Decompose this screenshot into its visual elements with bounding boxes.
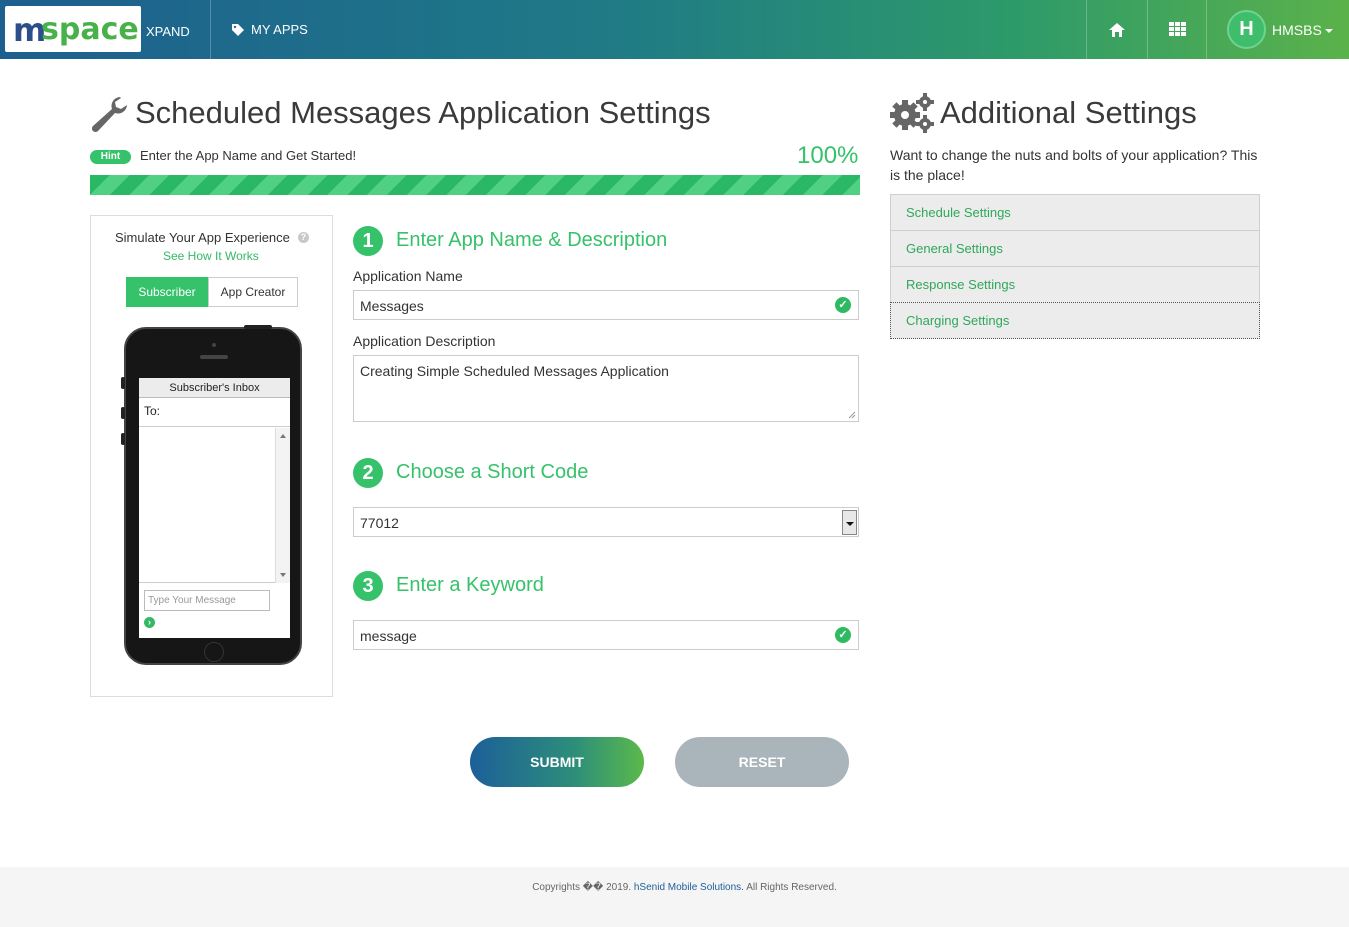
message-area (139, 428, 290, 583)
keyword-input[interactable]: message ✓ (353, 620, 859, 650)
progress-fill (90, 175, 860, 195)
app-name-label: Application Name (353, 268, 463, 284)
resize-handle-icon[interactable] (848, 411, 856, 419)
to-label: To: (144, 404, 161, 418)
reset-button[interactable]: RESET (675, 737, 849, 787)
app-description-value: Creating Simple Scheduled Messages Appli… (360, 363, 669, 379)
my-apps-label: MY APPS (251, 22, 308, 37)
settings-item-charging[interactable]: Charging Settings (890, 302, 1260, 339)
to-field[interactable]: To: (139, 398, 290, 427)
product-name: XPAND (146, 24, 190, 39)
send-icon[interactable]: › (144, 617, 155, 628)
nav-divider (1147, 0, 1148, 59)
footer: Copyrights �� 2019. hSenid Mobile Soluti… (0, 867, 1349, 927)
tab-app-creator[interactable]: App Creator (208, 277, 298, 307)
see-how-link[interactable]: See How It Works (163, 249, 259, 263)
home-button[interactable] (1108, 22, 1126, 43)
apps-grid-button[interactable] (1169, 22, 1186, 42)
step-1-number: 1 (353, 226, 383, 256)
settings-list: Schedule Settings General Settings Respo… (890, 194, 1260, 339)
settings-item-response[interactable]: Response Settings (890, 266, 1260, 303)
rights-text: All Rights Reserved. (746, 882, 837, 893)
submit-button[interactable]: SUBMIT (470, 737, 644, 787)
hint-badge: Hint (90, 150, 131, 164)
app-name-value: Messages (360, 298, 424, 314)
phone-screen: Subscriber's Inbox To: Type Your Message… (139, 378, 290, 638)
simulator-title: Simulate Your App Experience (115, 230, 290, 245)
phone-speaker (200, 355, 228, 359)
simulator-panel: Simulate Your App Experience ? See How I… (90, 215, 333, 697)
tags-icon (232, 23, 244, 36)
progress-bar (90, 175, 860, 195)
gears-icon (890, 93, 934, 133)
my-apps-link[interactable]: MY APPS (232, 22, 308, 37)
app-description-label: Application Description (353, 333, 496, 349)
phone-home-button (204, 642, 224, 662)
step-3-number: 3 (353, 571, 383, 601)
scroll-up-icon[interactable] (280, 434, 286, 438)
phone-side-button (121, 407, 125, 419)
username-label: HMSBS (1272, 22, 1322, 38)
dropdown-arrow-icon[interactable] (842, 510, 857, 535)
page-title: Scheduled Messages Application Settings (135, 95, 711, 130)
app-description-textarea[interactable]: Creating Simple Scheduled Messages Appli… (353, 355, 859, 422)
scroll-down-icon[interactable] (280, 573, 286, 577)
step-3-title: Enter a Keyword (396, 574, 544, 596)
company-link[interactable]: hSenid Mobile Solutions. (634, 882, 744, 893)
help-icon[interactable]: ? (298, 232, 309, 243)
nav-divider (1086, 0, 1087, 59)
additional-settings-subtitle: Want to change the nuts and bolts of you… (890, 147, 1258, 183)
phone-side-button (121, 433, 125, 445)
phone-power-button (244, 325, 272, 329)
user-menu[interactable]: HMSBS (1272, 22, 1333, 38)
short-code-value: 77012 (360, 515, 399, 531)
message-scrollbar[interactable] (275, 428, 290, 583)
tab-subscriber[interactable]: Subscriber (126, 277, 208, 307)
hint-text: Enter the App Name and Get Started! (140, 148, 357, 163)
message-input[interactable]: Type Your Message (144, 590, 270, 611)
phone-camera (212, 343, 216, 347)
check-icon: ✓ (835, 627, 851, 643)
mspace-logo[interactable]: m space (5, 6, 141, 52)
avatar[interactable]: H (1227, 10, 1266, 49)
settings-item-general[interactable]: General Settings (890, 230, 1260, 267)
step-2-number: 2 (353, 458, 383, 488)
step-1-title: Enter App Name & Description (396, 229, 668, 251)
progress-percent: 100% (797, 142, 859, 169)
app-name-input[interactable]: Messages ✓ (353, 290, 859, 320)
wrench-icon (91, 97, 127, 133)
phone-side-button (121, 377, 125, 389)
grid-icon (1169, 22, 1186, 36)
nav-divider (210, 0, 211, 59)
home-icon (1109, 23, 1125, 37)
short-code-select[interactable]: 77012 (353, 507, 859, 537)
top-navbar: m space XPAND MY APPS H HMSBS (0, 0, 1349, 59)
settings-item-schedule[interactable]: Schedule Settings (890, 194, 1260, 231)
footer-text: Copyrights �� 2019. hSenid Mobile Soluti… (0, 882, 1349, 893)
check-icon: ✓ (835, 297, 851, 313)
additional-settings-title: Additional Settings (940, 95, 1197, 130)
phone-mockup: Subscriber's Inbox To: Type Your Message… (121, 325, 302, 665)
inbox-header: Subscriber's Inbox (139, 378, 290, 398)
logo-space-text: space (41, 12, 139, 47)
keyword-value: message (360, 628, 417, 644)
copyright-text: Copyrights �� 2019. (532, 882, 632, 893)
nav-divider (1206, 0, 1207, 59)
caret-down-icon (1324, 29, 1333, 34)
step-2-title: Choose a Short Code (396, 461, 589, 483)
